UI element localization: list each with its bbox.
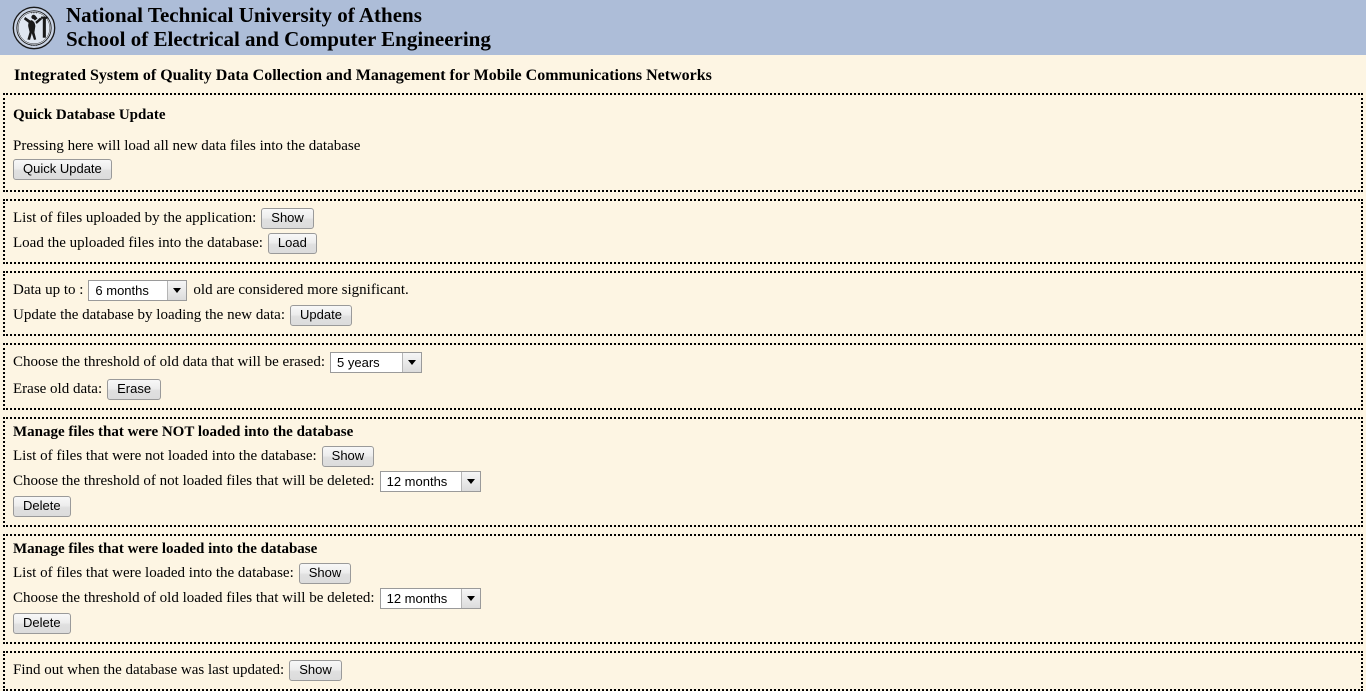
uploaded-files-load-row: Load the uploaded files into the databas…: [13, 232, 1353, 255]
erase-threshold-label: Choose the threshold of old data that wi…: [13, 354, 326, 370]
loaded-list-row: List of files that were loaded into the …: [13, 562, 1353, 585]
show-last-updated-button[interactable]: Show: [289, 659, 342, 682]
header-title-block: National Technical University of Athens …: [66, 2, 491, 51]
loaded-threshold-row: Choose the threshold of old loaded files…: [13, 587, 1353, 610]
site-header: ★ ★ ★ ★ ★ ★ National Technical Universit…: [0, 0, 1366, 55]
panel-quick-database-update: Quick Database Update Pressing here will…: [3, 93, 1363, 192]
last-updated-label: Find out when the database was last upda…: [13, 662, 285, 678]
not-loaded-threshold-value: 12 months: [386, 474, 448, 489]
erase-action-row: Erase old data: Erase: [13, 378, 1353, 401]
chevron-down-icon[interactable]: [402, 353, 422, 372]
quick-update-button-row: Quick Update: [13, 158, 1353, 181]
loaded-threshold-select[interactable]: 12 months: [379, 588, 481, 609]
chevron-down-icon[interactable]: [460, 589, 480, 608]
not-loaded-list-row: List of files that were not loaded into …: [13, 445, 1353, 468]
panel-data-significance: Data up to : 6 months old are considered…: [3, 271, 1363, 336]
loaded-list-label: List of files that were loaded into the …: [13, 565, 294, 581]
erase-action-label: Erase old data:: [13, 381, 103, 397]
not-loaded-heading: Manage files that were NOT loaded into t…: [13, 424, 354, 440]
quick-update-button[interactable]: Quick Update: [13, 158, 112, 181]
panel-last-updated: Find out when the database was last upda…: [3, 651, 1363, 691]
uploaded-files-load-label: Load the uploaded files into the databas…: [13, 235, 263, 251]
erase-threshold-row: Choose the threshold of old data that wi…: [13, 351, 1353, 374]
not-loaded-threshold-label: Choose the threshold of not loaded files…: [13, 473, 375, 489]
not-loaded-delete-row: Delete: [13, 495, 1353, 518]
not-loaded-threshold-select[interactable]: 12 months: [379, 471, 481, 492]
chevron-down-icon[interactable]: [460, 472, 480, 491]
significance-prefix-label: Data up to :: [13, 282, 84, 298]
quick-update-heading: Quick Database Update: [13, 107, 166, 123]
show-uploaded-files-button[interactable]: Show: [261, 207, 314, 230]
erase-threshold-select[interactable]: 5 years: [330, 352, 423, 373]
update-database-button[interactable]: Update: [290, 304, 352, 327]
delete-loaded-files-button[interactable]: Delete: [13, 612, 71, 635]
panel-erase-old-data: Choose the threshold of old data that wi…: [3, 343, 1363, 410]
significance-period-select[interactable]: 6 months: [88, 280, 188, 301]
erase-old-data-button[interactable]: Erase: [107, 378, 162, 401]
not-loaded-threshold-row: Choose the threshold of not loaded files…: [13, 470, 1353, 493]
not-loaded-list-label: List of files that were not loaded into …: [13, 448, 317, 464]
uploaded-files-list-label: List of files uploaded by the applicatio…: [13, 210, 257, 226]
last-updated-row: Find out when the database was last upda…: [13, 659, 1353, 682]
loaded-threshold-label: Choose the threshold of old loaded files…: [13, 590, 375, 606]
ntua-seal-icon: ★ ★ ★ ★ ★ ★: [12, 6, 56, 49]
delete-not-loaded-files-button[interactable]: Delete: [13, 495, 71, 518]
header-school-name: School of Electrical and Computer Engine…: [66, 26, 491, 51]
header-university-name: National Technical University of Athens: [66, 2, 422, 27]
show-not-loaded-files-button[interactable]: Show: [321, 445, 375, 468]
chevron-down-icon[interactable]: [167, 281, 187, 300]
significance-update-label: Update the database by loading the new d…: [13, 307, 285, 323]
load-uploaded-files-button[interactable]: Load: [267, 232, 317, 255]
show-loaded-files-button[interactable]: Show: [298, 562, 352, 585]
loaded-heading: Manage files that were loaded into the d…: [13, 541, 318, 557]
panel-not-loaded-files: Manage files that were NOT loaded into t…: [3, 417, 1363, 527]
quick-update-description: Pressing here will load all new data fil…: [13, 138, 361, 154]
panel-uploaded-files: List of files uploaded by the applicatio…: [3, 199, 1363, 264]
panel-loaded-files: Manage files that were loaded into the d…: [3, 534, 1363, 644]
significance-update-row: Update the database by loading the new d…: [13, 304, 1353, 327]
loaded-delete-row: Delete: [13, 612, 1353, 635]
uploaded-files-list-row: List of files uploaded by the applicatio…: [13, 207, 1353, 230]
significance-suffix-label: old are considered more significant.: [193, 282, 409, 298]
erase-threshold-value: 5 years: [337, 355, 380, 370]
page-title: Integrated System of Quality Data Collec…: [14, 67, 712, 84]
significance-period-value: 6 months: [95, 283, 149, 298]
loaded-threshold-value: 12 months: [386, 591, 448, 606]
significance-select-row: Data up to : 6 months old are considered…: [13, 279, 1353, 302]
